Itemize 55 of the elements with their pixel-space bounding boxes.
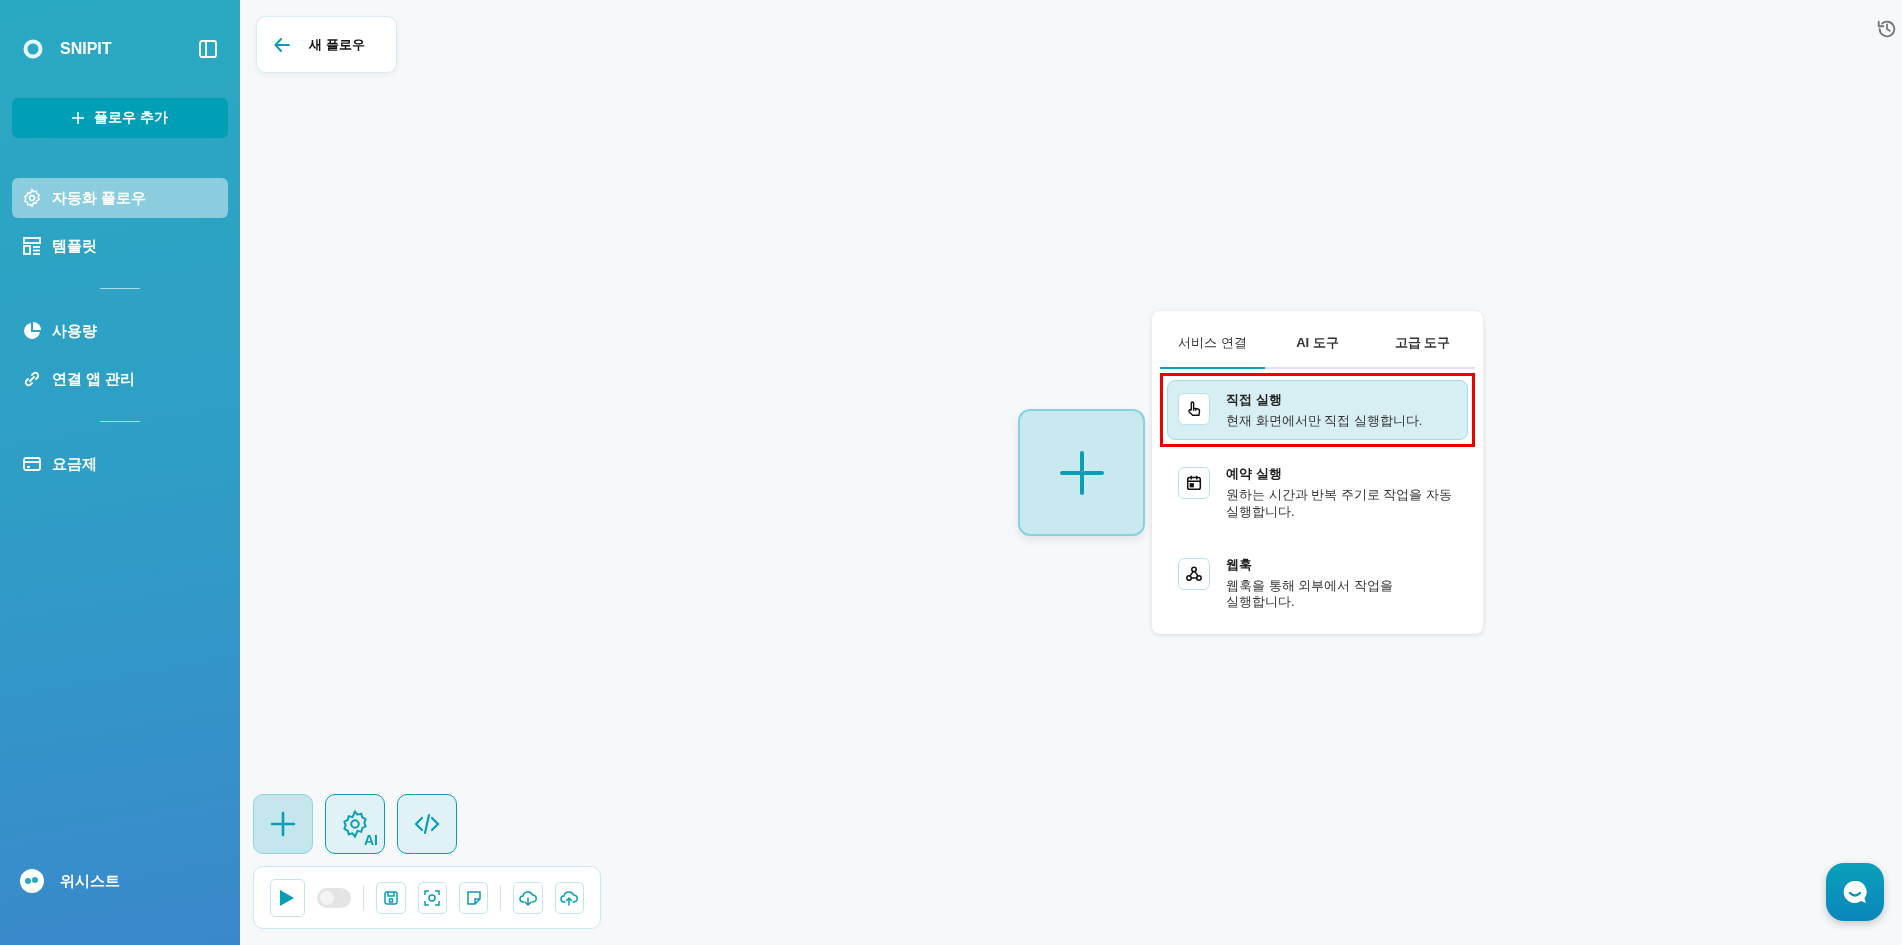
trigger-option[interactable]: 직접 실행 현재 화면에서만 직접 실행합니다. bbox=[1167, 380, 1468, 441]
option-title: 웹훅 bbox=[1226, 555, 1253, 574]
focus-icon bbox=[424, 889, 441, 906]
logo-icon bbox=[22, 38, 44, 60]
cloud-download-icon bbox=[518, 889, 537, 906]
company-name: 위시스트 bbox=[60, 871, 120, 891]
plus-icon bbox=[270, 811, 296, 837]
ai-settings-button[interactable]: AI bbox=[325, 794, 385, 854]
download-button[interactable] bbox=[513, 881, 543, 914]
sidebar-item[interactable]: 자동화 플로우 bbox=[12, 178, 228, 218]
pie-chart-icon bbox=[22, 321, 42, 341]
save-button[interactable] bbox=[376, 881, 406, 914]
plus-icon bbox=[1058, 449, 1105, 496]
code-button[interactable] bbox=[397, 794, 457, 854]
option-title: 직접 실행 bbox=[1226, 391, 1283, 409]
sidebar-item[interactable]: 연결 앱 관리 bbox=[12, 359, 228, 399]
cloud-upload-icon bbox=[560, 889, 579, 906]
chat-bubble-icon bbox=[1841, 878, 1869, 906]
play-icon bbox=[279, 888, 296, 907]
upload-button[interactable] bbox=[554, 881, 584, 914]
menu-tab[interactable]: AI 도구 bbox=[1265, 319, 1370, 369]
link-icon bbox=[22, 369, 42, 389]
menu-tab[interactable]: 고급 도구 bbox=[1370, 319, 1475, 369]
brand-name: SNIPIT bbox=[60, 40, 113, 58]
gear-icon bbox=[22, 188, 42, 208]
pointing-hand-icon bbox=[1185, 400, 1203, 418]
add-node-button[interactable] bbox=[1018, 409, 1145, 536]
plus-icon bbox=[72, 112, 85, 124]
sidebar-item[interactable]: 사용량 bbox=[12, 311, 228, 351]
card-icon bbox=[22, 454, 42, 474]
note-button[interactable] bbox=[459, 881, 489, 914]
webhook-icon bbox=[1185, 564, 1203, 583]
run-button[interactable] bbox=[270, 878, 305, 917]
chat-button[interactable] bbox=[1826, 863, 1884, 921]
option-description: 웹훅을 통해 외부에서 작업을 실행합니다. bbox=[1226, 577, 1394, 611]
add-flow-button[interactable]: 플로우 추가 bbox=[12, 98, 228, 138]
trigger-option[interactable]: 예약 실행 원하는 시간과 반복 주기로 작업을 자동 실행합니다. bbox=[1167, 454, 1468, 531]
history-icon[interactable] bbox=[1876, 18, 1898, 40]
focus-button[interactable] bbox=[417, 881, 448, 914]
company-logo-icon bbox=[20, 869, 44, 893]
option-title: 예약 실행 bbox=[1226, 465, 1283, 484]
template-icon bbox=[22, 236, 42, 256]
sidebar-toggle-icon[interactable] bbox=[198, 39, 218, 59]
add-node-tool-button[interactable] bbox=[253, 794, 313, 854]
back-arrow-icon bbox=[273, 35, 291, 54]
trigger-option[interactable]: 웹훅 웹훅을 통해 외부에서 작업을 실행합니다. bbox=[1167, 544, 1468, 622]
option-description: 원하는 시간과 반복 주기로 작업을 자동 실행합니다. bbox=[1226, 487, 1454, 520]
calendar-icon bbox=[1185, 474, 1203, 493]
option-description: 현재 화면에서만 직접 실행합니다. bbox=[1226, 413, 1423, 430]
sidebar-item[interactable]: 요금제 bbox=[12, 444, 228, 484]
menu-tab[interactable]: 서비스 연결 bbox=[1160, 319, 1265, 369]
flow-title: 새 플로우 bbox=[309, 35, 365, 54]
toggle-switch[interactable] bbox=[316, 887, 352, 908]
sidebar-item[interactable]: 템플릿 bbox=[12, 226, 228, 266]
sticky-note-icon bbox=[465, 889, 482, 906]
